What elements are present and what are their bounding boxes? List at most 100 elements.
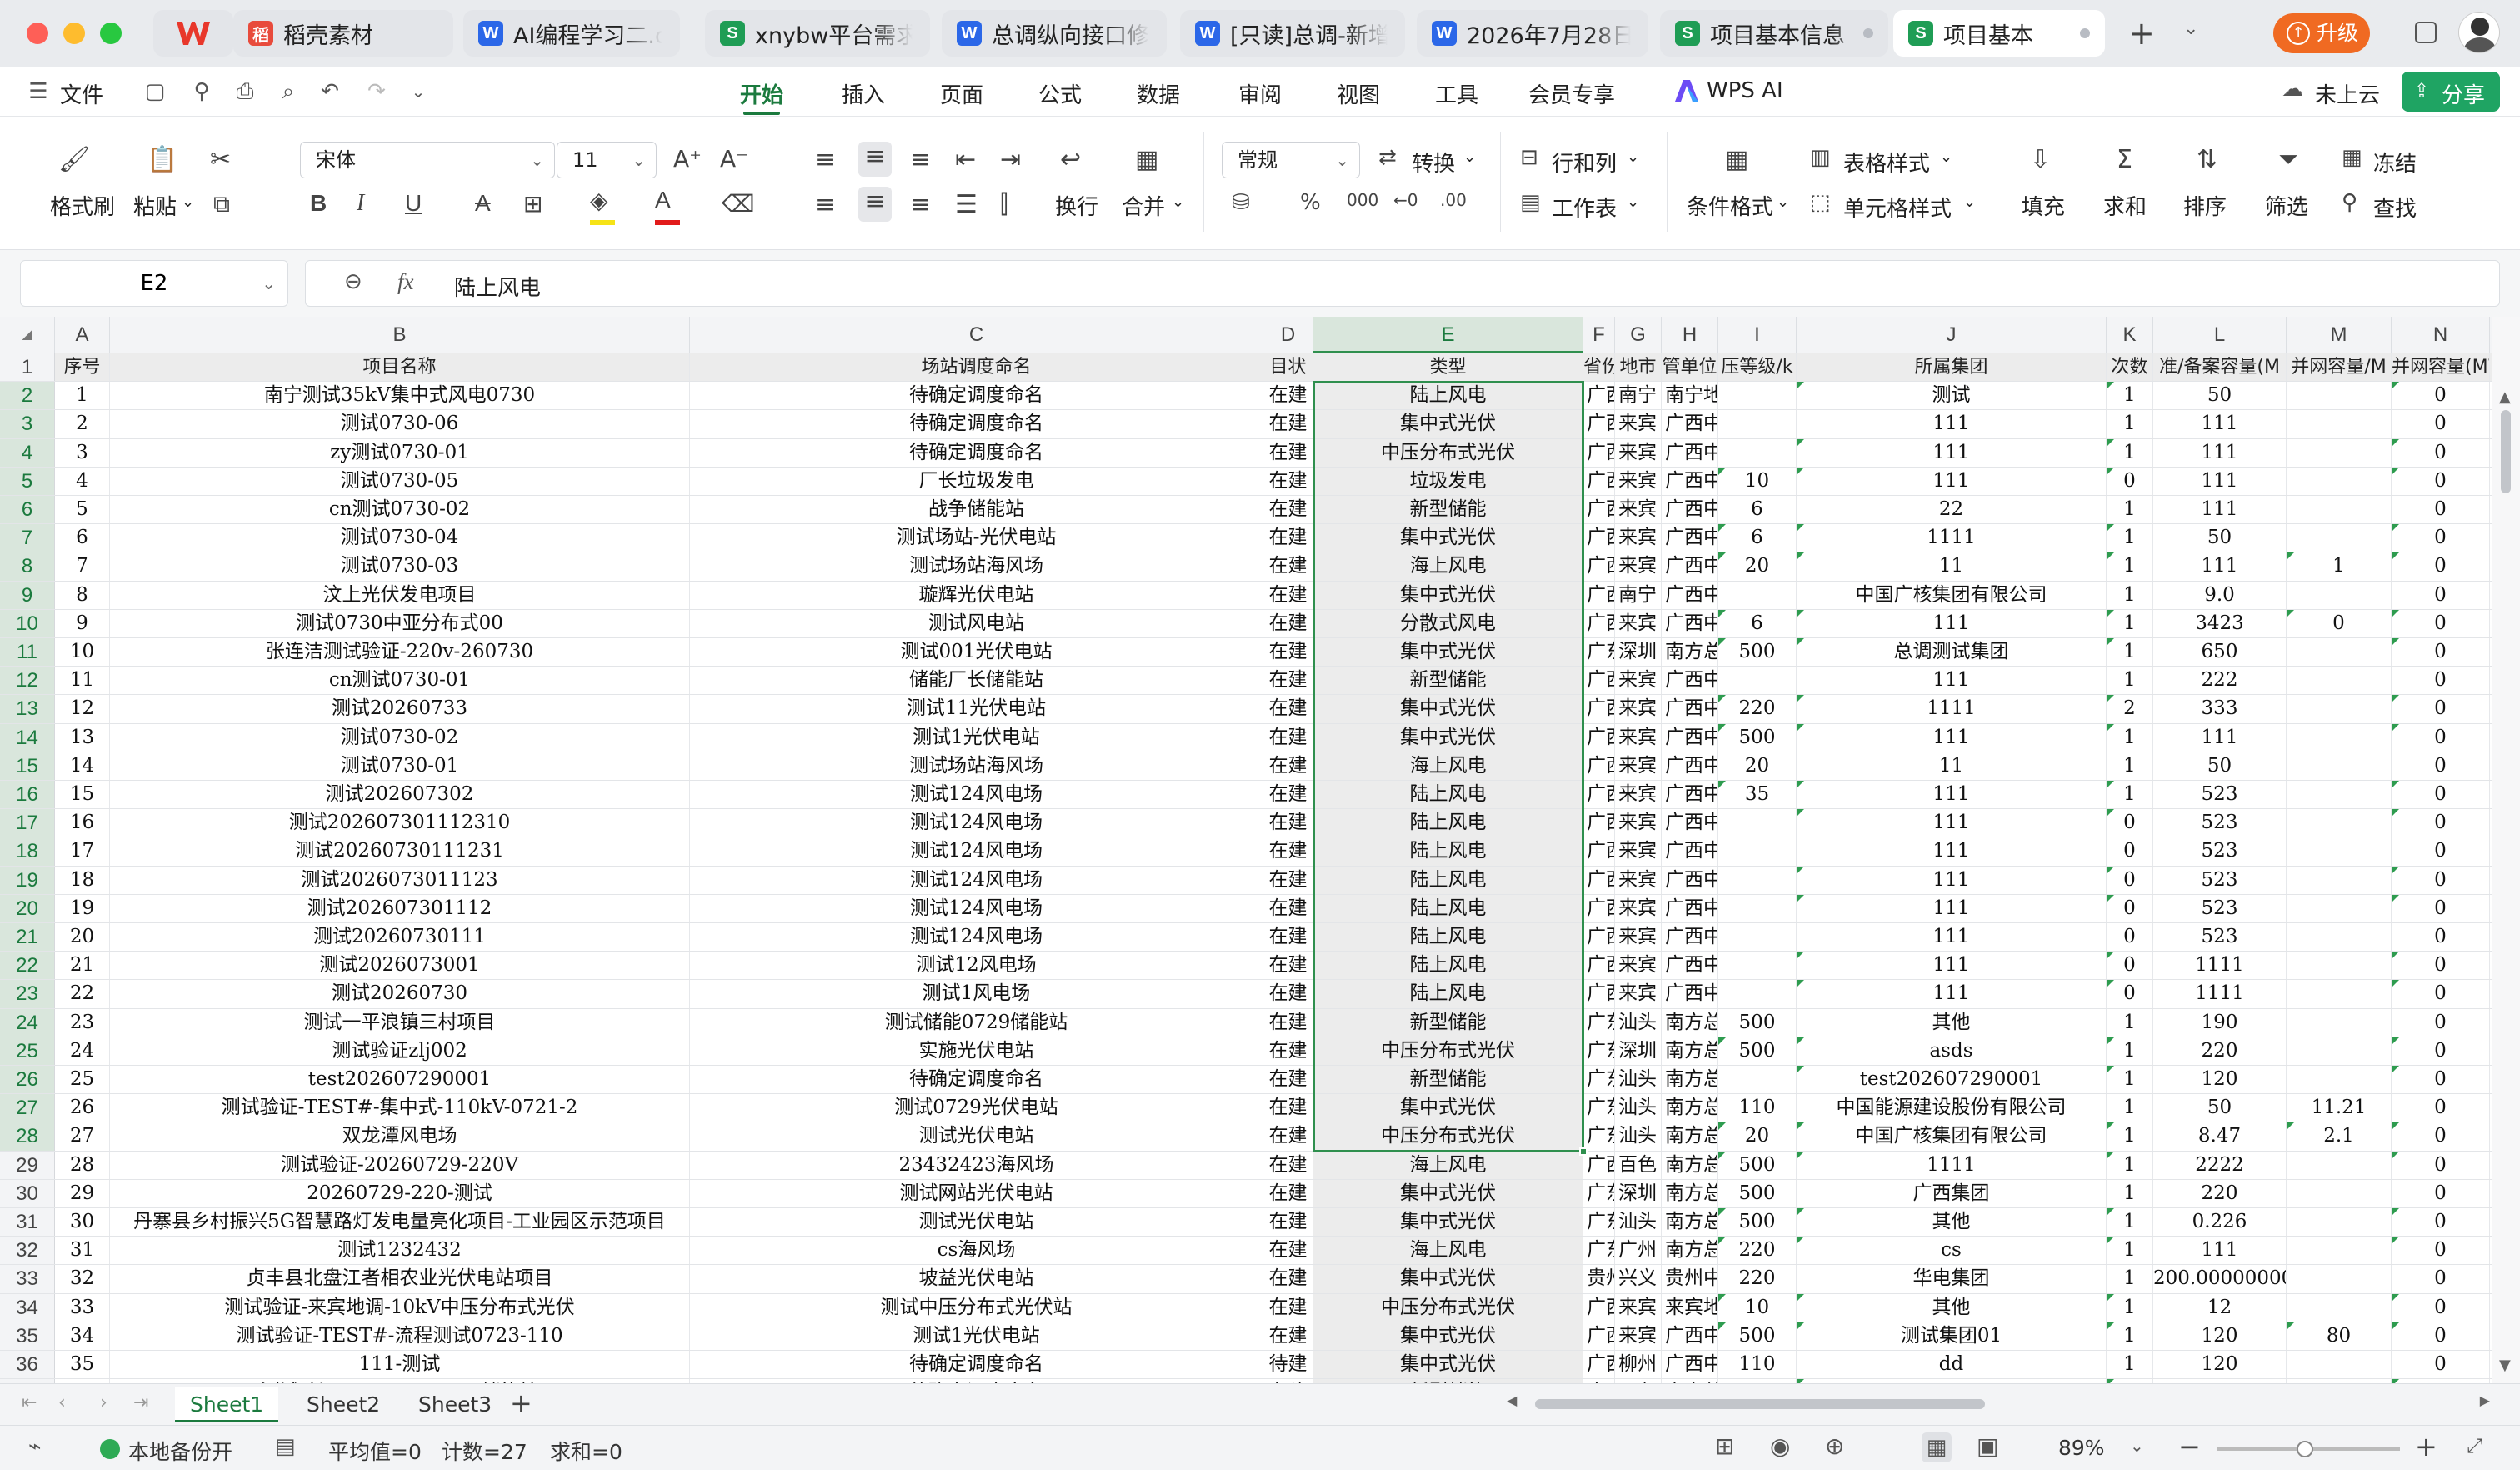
cell-f[interactable]: 广东 <box>1583 638 1615 667</box>
cell-e[interactable]: 中压分布式光伏 <box>1313 1293 1583 1322</box>
cell-d[interactable]: 在建 <box>1263 1066 1313 1094</box>
cell-e[interactable]: 集中式光伏 <box>1313 410 1583 438</box>
cell-i[interactable] <box>1718 410 1797 438</box>
cell-g[interactable]: 来宾 <box>1615 894 1662 922</box>
border-icon[interactable]: ⊞ <box>523 190 542 218</box>
cell-c[interactable]: 测试中压分布式光伏站 <box>690 1293 1263 1322</box>
cell-h[interactable]: 南方总调 <box>1662 1008 1718 1037</box>
cell-l[interactable]: 190 <box>2153 1008 2287 1037</box>
cell-m[interactable] <box>2287 1208 2392 1237</box>
add-sheet-button[interactable]: + <box>510 1388 532 1419</box>
cell-b[interactable]: cn测试0730-02 <box>110 496 690 524</box>
tab-list-chevron-icon[interactable]: ⌄ <box>2183 18 2198 39</box>
last-sheet-icon[interactable]: ⇥ <box>133 1392 148 1413</box>
vertical-scrollbar[interactable]: ▲ ▼ <box>2492 317 2520 1383</box>
cell-c[interactable]: 测试1光伏电站 <box>690 723 1263 752</box>
cell-h[interactable]: 南方总调 <box>1662 1122 1718 1151</box>
cell-m[interactable] <box>2287 1008 2392 1037</box>
cell-h[interactable]: 南方总调 <box>1662 1237 1718 1265</box>
cell-g[interactable]: 来宾 <box>1615 695 1662 723</box>
header-cell[interactable]: 项目名称 <box>110 353 690 382</box>
cell-j[interactable]: 其他 <box>1797 1293 2107 1322</box>
cell-k[interactable]: 1 <box>2107 552 2153 581</box>
cell-e[interactable]: 新型储能 <box>1313 496 1583 524</box>
cell-l[interactable]: 220 <box>2153 1179 2287 1208</box>
cell-l[interactable]: 120 <box>2153 1066 2287 1094</box>
cell-n[interactable]: 0 <box>2392 1265 2490 1293</box>
cell-h[interactable]: 广西中调 <box>1662 894 1718 922</box>
cell-j[interactable]: 111 <box>1797 980 2107 1008</box>
cell-d[interactable]: 在建 <box>1263 1265 1313 1293</box>
row-number[interactable]: 36 <box>0 1351 55 1379</box>
cell-b[interactable]: 测试0730-01 <box>110 752 690 780</box>
cell-c[interactable]: 测试124风电场 <box>690 809 1263 838</box>
cell-i[interactable]: 500 <box>1718 1008 1797 1037</box>
zoom-window-button[interactable] <box>100 22 122 44</box>
cell-j[interactable]: test202607290001 <box>1797 1066 2107 1094</box>
cell-j[interactable]: 111 <box>1797 609 2107 638</box>
cell-a[interactable]: 34 <box>55 1322 110 1350</box>
cell-i[interactable]: 220 <box>1718 1237 1797 1265</box>
cell-d[interactable]: 在建 <box>1263 496 1313 524</box>
cell-m[interactable] <box>2287 1293 2392 1322</box>
cell-a[interactable]: 2 <box>55 410 110 438</box>
cell-b[interactable]: 测试202607301112 <box>110 894 690 922</box>
cell-n[interactable]: 0 <box>2392 1179 2490 1208</box>
cell-i[interactable] <box>1718 382 1797 410</box>
cell-b[interactable]: 测试0730-03 <box>110 552 690 581</box>
cell-g[interactable]: 来宾 <box>1615 524 1662 552</box>
worksheet-chevron-icon[interactable]: ⌄ <box>1627 193 1639 211</box>
doc-tab[interactable]: Sxnybw平台需求 <box>705 10 930 57</box>
cell-i[interactable]: 35 <box>1718 781 1797 809</box>
cell-g[interactable]: 来宾 <box>1615 410 1662 438</box>
cell-n[interactable]: 0 <box>2392 1066 2490 1094</box>
cell-h[interactable]: 广西中调 <box>1662 952 1718 980</box>
number-format-select[interactable]: 常规 ⌄ <box>1222 142 1360 178</box>
cell-j[interactable]: 总调测试集团 <box>1797 638 2107 667</box>
doc-tab[interactable]: 稻稻壳素材 <box>233 10 453 57</box>
cell-k[interactable]: 1 <box>2107 1322 2153 1350</box>
cell-d[interactable]: 在建 <box>1263 752 1313 780</box>
cell-e[interactable]: 集中式光伏 <box>1313 1322 1583 1350</box>
merge-chevron-icon[interactable]: ⌄ <box>1172 193 1184 211</box>
cell-m[interactable]: 1 <box>2287 552 2392 581</box>
menu-tab[interactable]: 公式 <box>1038 78 1082 109</box>
cell-g[interactable]: 来宾 <box>1615 809 1662 838</box>
row-number[interactable]: 20 <box>0 894 55 922</box>
cell-n[interactable]: 0 <box>2392 894 2490 922</box>
cell-e[interactable]: 中压分布式光伏 <box>1313 1037 1583 1065</box>
cell-a[interactable]: 14 <box>55 752 110 780</box>
sum-button[interactable]: 求和 <box>2103 190 2147 221</box>
fx-icon[interactable]: fx <box>398 269 414 295</box>
tab-close-icon[interactable] <box>1863 28 1873 38</box>
cell-j[interactable]: 中国广核集团有限公司 <box>1797 1122 2107 1151</box>
cell-a[interactable]: 16 <box>55 809 110 838</box>
cell-d[interactable]: 在建 <box>1263 410 1313 438</box>
cell-k[interactable]: 1 <box>2107 1265 2153 1293</box>
conditional-format-chevron-icon[interactable]: ⌄ <box>1777 193 1789 211</box>
row-number[interactable]: 32 <box>0 1237 55 1265</box>
cell-e[interactable]: 集中式光伏 <box>1313 524 1583 552</box>
cell-d[interactable]: 待建 <box>1263 1351 1313 1379</box>
cell-g[interactable]: 来宾 <box>1615 781 1662 809</box>
cell-a[interactable]: 6 <box>55 524 110 552</box>
cell-j[interactable]: 测试集团01 <box>1797 1322 2107 1350</box>
zoom-formula-icon[interactable]: ⊖ <box>344 269 362 294</box>
scroll-up-icon[interactable]: ▲ <box>2499 388 2511 406</box>
cell-f[interactable]: 广西 <box>1583 581 1615 609</box>
cell-f[interactable]: 广西 <box>1583 894 1615 922</box>
cell-g[interactable]: 南宁 <box>1615 382 1662 410</box>
cell-n[interactable]: 0 <box>2392 581 2490 609</box>
cell-f[interactable]: 广西 <box>1583 410 1615 438</box>
cell-e[interactable]: 陆上风电 <box>1313 952 1583 980</box>
doc-tab[interactable]: S 项目基本信息 <box>1660 10 1888 57</box>
focus-mode-icon[interactable]: ⊕ <box>1825 1432 1844 1460</box>
cell-c[interactable]: 测试124风电场 <box>690 894 1263 922</box>
header-cell[interactable]: 所属集团 <box>1797 353 2107 382</box>
select-all-corner[interactable]: ◢ <box>0 317 55 353</box>
cell-n[interactable]: 0 <box>2392 838 2490 866</box>
cell-e[interactable]: 海上风电 <box>1313 552 1583 581</box>
cell-h[interactable]: 南方总调 <box>1662 1208 1718 1237</box>
convert-button[interactable]: 转换 <box>1412 147 1455 178</box>
cell-a[interactable]: 8 <box>55 581 110 609</box>
